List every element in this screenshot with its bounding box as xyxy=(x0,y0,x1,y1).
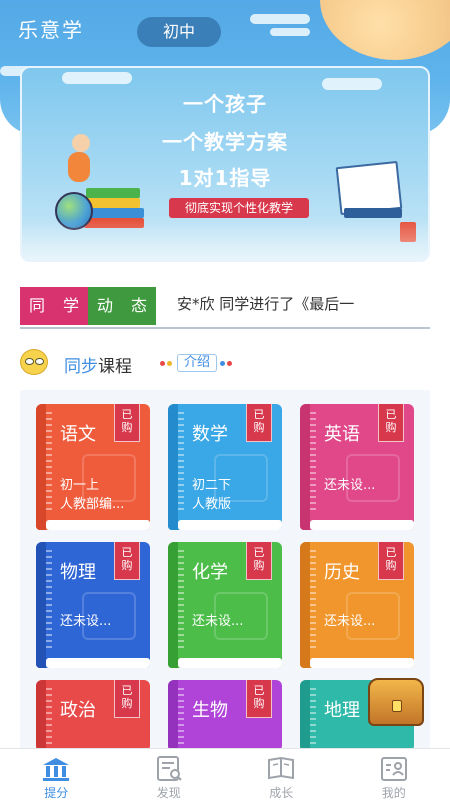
dot-decoration xyxy=(227,360,233,366)
course-card-history[interactable]: 历史 还未设... 已 购 xyxy=(300,542,414,668)
dynamics-tile: 态 xyxy=(122,287,156,325)
course-grade: 初一上 xyxy=(60,478,100,493)
banner-wave-decoration xyxy=(22,220,428,260)
bank-icon xyxy=(43,758,70,781)
course-card-politics[interactable]: 政治 已 购 xyxy=(36,680,150,750)
dynamics-title-tiles: 同 学 动 态 xyxy=(20,287,156,327)
book-pages xyxy=(310,658,414,668)
course-card-math[interactable]: 数学 初二下 人教版 已 购 xyxy=(168,404,282,530)
course-subject: 数学 xyxy=(192,424,228,445)
nav-label: 我的 xyxy=(381,786,406,800)
sun-decoration xyxy=(320,0,450,60)
purchased-tag: 已 购 xyxy=(378,404,404,442)
book-pages xyxy=(46,658,150,668)
course-subject: 化学 xyxy=(192,562,228,583)
purchased-tag: 已 购 xyxy=(114,542,140,580)
purchased-tag: 已 购 xyxy=(378,542,404,580)
nav-label: 成长 xyxy=(269,786,294,800)
profile-card-icon xyxy=(380,757,407,781)
chest-lock xyxy=(392,700,402,712)
nav-label: 提分 xyxy=(44,786,69,800)
course-card-english[interactable]: 英语 还未设... 已 购 xyxy=(300,404,414,530)
bottom-nav: 提分 发现 成长 我的 xyxy=(0,748,450,800)
course-card-physics[interactable]: 物理 还未设... 已 购 xyxy=(36,542,150,668)
course-card-chinese[interactable]: 语文 初一上 人教部编... 已 购 xyxy=(36,404,150,530)
dynamics-ticker[interactable]: 安*欣 同学进行了《最后一 xyxy=(177,293,427,314)
course-subject: 政治 xyxy=(60,700,96,721)
course-subject: 英语 xyxy=(324,424,360,445)
section-title: 同步课程 xyxy=(64,352,132,377)
purchased-tag: 已 购 xyxy=(114,680,140,718)
nav-label: 发现 xyxy=(156,786,181,800)
course-subject: 地理 xyxy=(324,700,360,721)
course-grade: 还未设... xyxy=(60,614,112,629)
book-pages xyxy=(310,520,414,530)
course-grade: 还未设... xyxy=(192,614,244,629)
course-subject: 语文 xyxy=(60,424,96,445)
nav-item-mine[interactable]: 我的 xyxy=(338,749,450,800)
course-edition: 人教版 xyxy=(192,497,232,512)
book-pages xyxy=(178,520,282,530)
section-title-rest: 课程 xyxy=(98,357,132,377)
emoji-face-icon xyxy=(20,349,48,375)
course-edition: 人教部编... xyxy=(60,497,125,512)
book-pages xyxy=(178,658,282,668)
classmate-dynamics[interactable]: 同 学 动 态 安*欣 同学进行了《最后一 xyxy=(20,287,430,329)
intro-label[interactable]: 介绍 xyxy=(177,354,218,372)
section-title-highlight: 同步 xyxy=(64,357,98,377)
course-subject: 生物 xyxy=(192,700,228,721)
sync-course-header: 同步课程 介绍 xyxy=(20,348,320,378)
dot-decoration xyxy=(220,360,226,366)
cloud-decoration xyxy=(250,14,310,24)
banner-tagline: 彻底实现个性化教学 xyxy=(169,198,309,218)
dot-decoration xyxy=(167,360,172,366)
book-pages xyxy=(46,520,150,530)
course-subject: 历史 xyxy=(324,562,360,583)
promo-banner[interactable]: 一个孩子 一个教学方案 1对1指导 彻底实现个性化教学 xyxy=(20,66,430,262)
banner-line-1: 一个孩子 xyxy=(183,92,267,116)
grade-selector[interactable]: 初中 xyxy=(137,17,221,47)
purchased-tag: 已 购 xyxy=(246,404,272,442)
course-grade: 还未设... xyxy=(324,478,376,493)
growth-book-icon xyxy=(268,756,295,780)
nav-item-growth[interactable]: 成长 xyxy=(225,749,338,800)
dynamics-tile: 学 xyxy=(54,287,88,325)
intro-button[interactable]: 介绍 xyxy=(160,353,234,373)
course-grade: 还未设... xyxy=(324,614,376,629)
dynamics-tile: 同 xyxy=(20,287,54,325)
purchased-tag: 已 购 xyxy=(246,542,272,580)
dot-decoration xyxy=(160,360,165,366)
course-grade: 初二下 xyxy=(192,478,232,493)
purchased-tag: 已 购 xyxy=(246,680,272,718)
course-subject: 物理 xyxy=(60,562,96,583)
cloud-decoration xyxy=(270,28,310,36)
purchased-tag: 已 购 xyxy=(114,404,140,442)
discover-icon xyxy=(156,756,182,781)
nav-item-discover[interactable]: 发现 xyxy=(113,749,226,800)
nav-item-tifen[interactable]: 提分 xyxy=(0,749,113,800)
dynamics-tile: 动 xyxy=(88,287,122,325)
treasure-chest-icon[interactable] xyxy=(368,678,424,726)
cloud-decoration xyxy=(62,72,132,84)
divider xyxy=(20,327,430,329)
course-card-chemistry[interactable]: 化学 还未设... 已 购 xyxy=(168,542,282,668)
course-card-biology[interactable]: 生物 已 购 xyxy=(168,680,282,750)
app-title: 乐意学 xyxy=(18,18,84,42)
